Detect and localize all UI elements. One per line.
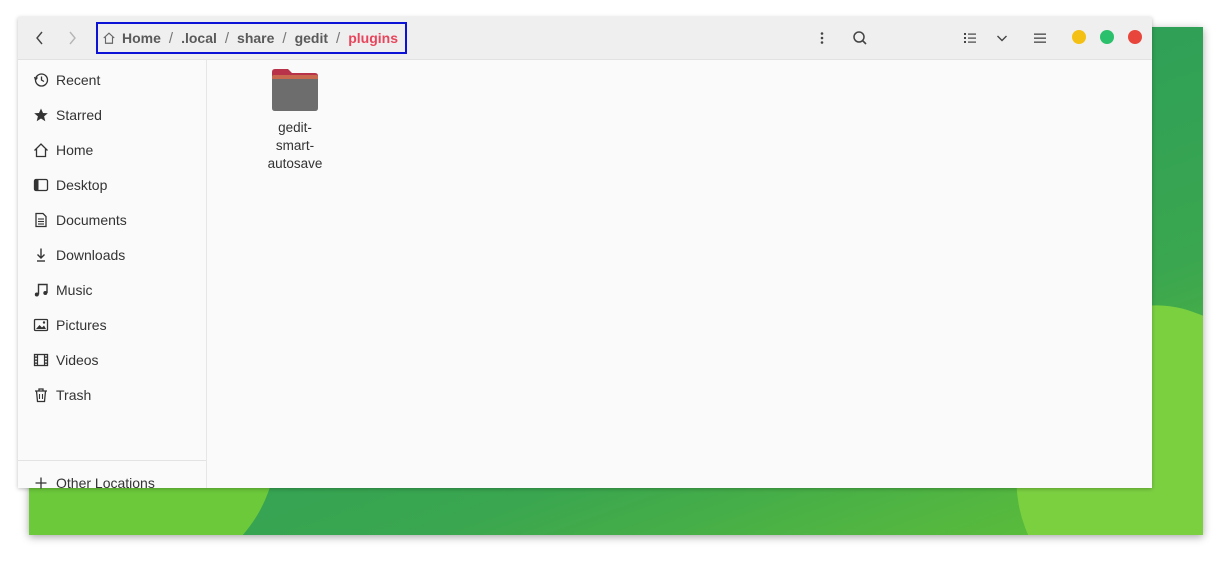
sidebar-item-pictures[interactable]: Pictures xyxy=(18,310,206,340)
sidebar: Recent Starred Home Desktop Documents Do… xyxy=(18,60,207,491)
sidebar-item-starred[interactable]: Starred xyxy=(18,100,206,130)
forward-button[interactable] xyxy=(62,28,82,48)
chevron-left-icon xyxy=(36,31,43,45)
clock-icon xyxy=(33,73,49,87)
sidebar-item-label: Downloads xyxy=(56,247,126,263)
breadcrumb-separator: / xyxy=(282,29,287,47)
folder-name: gedit- smart- autosave xyxy=(257,119,333,173)
breadcrumb-gedit[interactable]: gedit xyxy=(292,30,331,46)
sidebar-item-label: Videos xyxy=(56,352,99,368)
close-button[interactable] xyxy=(1128,30,1142,44)
sidebar-item-documents[interactable]: Documents xyxy=(18,205,206,235)
sidebar-item-videos[interactable]: Videos xyxy=(18,345,206,375)
sidebar-item-downloads[interactable]: Downloads xyxy=(18,240,206,270)
sidebar-item-label: Trash xyxy=(56,387,92,403)
breadcrumb-separator: / xyxy=(168,29,174,47)
folder-item[interactable]: gedit- smart- autosave xyxy=(257,68,333,173)
header-bar: Home / .local / share / gedit / plugins xyxy=(18,17,1152,60)
folder-name-line: autosave xyxy=(267,156,323,171)
sidebar-item-label: Home xyxy=(56,142,94,158)
sidebar-item-other-locations[interactable]: Other Locations xyxy=(18,468,206,498)
plus-icon xyxy=(35,477,47,489)
view-options-button[interactable] xyxy=(992,28,1012,48)
folder-name-line: gedit- xyxy=(278,120,312,135)
search-button[interactable] xyxy=(850,28,870,48)
sidebar-item-music[interactable]: Music xyxy=(18,275,206,305)
breadcrumb-separator: / xyxy=(224,29,230,47)
hamburger-icon xyxy=(1034,33,1046,43)
chevron-right-icon xyxy=(69,31,76,45)
more-options-button[interactable] xyxy=(812,28,832,48)
file-view: gedit- smart- autosave xyxy=(207,60,1152,488)
folder-icon xyxy=(272,69,318,111)
sidebar-item-label: Other Locations xyxy=(56,475,155,491)
document-icon xyxy=(35,212,47,228)
breadcrumb-separator: / xyxy=(336,29,341,47)
home-icon xyxy=(103,32,115,44)
sidebar-item-home[interactable]: Home xyxy=(18,135,206,165)
sidebar-item-trash[interactable]: Trash xyxy=(18,380,206,410)
sidebar-item-label: Desktop xyxy=(56,177,108,193)
trash-icon xyxy=(35,388,47,403)
main-menu-button[interactable] xyxy=(1030,28,1050,48)
breadcrumb: Home / .local / share / gedit / plugins xyxy=(96,22,407,54)
download-icon xyxy=(37,248,45,262)
sidebar-item-label: Pictures xyxy=(56,317,107,333)
sidebar-item-label: Music xyxy=(56,282,93,298)
chevron-down-icon xyxy=(997,35,1007,42)
sidebar-item-label: Documents xyxy=(56,212,127,228)
sidebar-divider xyxy=(18,460,206,461)
picture-icon xyxy=(33,318,49,332)
sidebar-item-label: Starred xyxy=(56,107,102,123)
minimize-button[interactable] xyxy=(1072,30,1086,44)
star-icon xyxy=(34,108,48,122)
folder-name-line: smart- xyxy=(275,138,315,153)
breadcrumb-home[interactable]: Home xyxy=(119,30,164,46)
video-icon xyxy=(33,353,49,367)
view-toggle-button[interactable] xyxy=(960,28,980,48)
vertical-dots-icon xyxy=(820,32,824,44)
sidebar-item-recent[interactable]: Recent xyxy=(18,65,206,95)
home-icon xyxy=(34,143,48,158)
search-icon xyxy=(853,31,867,45)
sidebar-item-label: Recent xyxy=(56,72,101,88)
desktop-icon xyxy=(33,178,49,192)
maximize-button[interactable] xyxy=(1100,30,1114,44)
breadcrumb-local[interactable]: .local xyxy=(178,30,220,46)
breadcrumb-share[interactable]: share xyxy=(234,30,277,46)
file-manager-window: Home / .local / share / gedit / plugins xyxy=(18,17,1152,491)
breadcrumb-plugins[interactable]: plugins xyxy=(345,30,401,46)
music-icon xyxy=(34,283,48,297)
list-view-icon xyxy=(964,33,976,43)
back-button[interactable] xyxy=(30,28,50,48)
sidebar-item-desktop[interactable]: Desktop xyxy=(18,170,206,200)
